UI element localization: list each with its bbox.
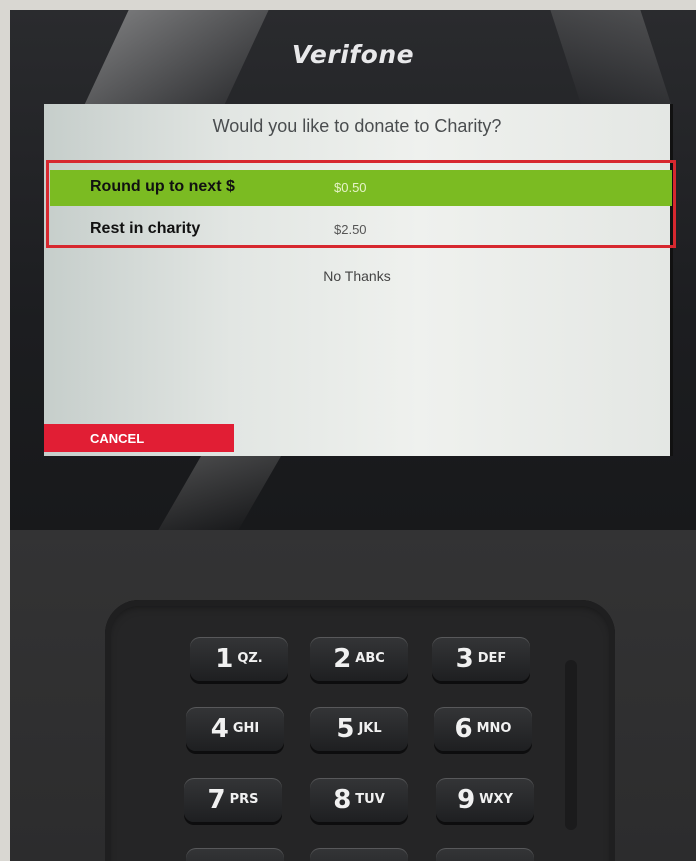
glare-reflection: [158, 455, 282, 530]
key-digit: 6: [454, 714, 473, 744]
key-partial[interactable]: [310, 848, 408, 861]
key-partial[interactable]: [186, 848, 284, 861]
key-digit: 4: [210, 714, 229, 744]
key-4[interactable]: 4 GHI: [186, 707, 284, 751]
key-digit: 5: [336, 714, 355, 744]
options-highlight-box: [46, 160, 676, 248]
key-6[interactable]: 6 MNO: [434, 707, 532, 751]
key-letters: GHI: [232, 721, 260, 736]
cancel-button[interactable]: CANCEL: [44, 424, 234, 452]
key-digit: 8: [333, 785, 352, 815]
terminal-bezel: Verifone Would you like to donate to Cha…: [10, 10, 696, 530]
key-letters: PRS: [229, 792, 259, 807]
key-digit: 9: [457, 785, 476, 815]
key-7[interactable]: 7 PRS: [184, 778, 282, 822]
key-letters: QZ.: [237, 651, 263, 666]
payment-terminal: Verifone Would you like to donate to Cha…: [10, 10, 696, 861]
no-thanks-button[interactable]: No Thanks: [44, 268, 670, 284]
key-2[interactable]: 2 ABC: [310, 637, 408, 681]
key-letters: DEF: [477, 651, 507, 666]
key-partial[interactable]: [436, 848, 534, 861]
donation-question: Would you like to donate to Charity?: [212, 116, 502, 136]
key-1[interactable]: 1 QZ.: [190, 637, 288, 681]
key-9[interactable]: 9 WXY: [436, 778, 534, 822]
key-8[interactable]: 8 TUV: [310, 778, 408, 822]
key-letters: ABC: [355, 651, 385, 666]
key-letters: TUV: [355, 792, 385, 807]
key-letters: WXY: [479, 792, 513, 807]
terminal-body: 1 QZ. 2 ABC 3 DEF 4 GHI 5 JKL 6 MNO 7 PRS 8 TUV …: [10, 530, 696, 861]
key-digit: 3: [455, 644, 474, 674]
card-slot: [565, 660, 577, 830]
key-letters: MNO: [476, 721, 512, 736]
key-digit: 7: [207, 785, 226, 815]
terminal-screen: Would you like to donate to Charity? Rou…: [44, 104, 676, 456]
key-3[interactable]: 3 DEF: [432, 637, 530, 681]
brand-logo: Verifone: [291, 40, 415, 69]
key-letters: JKL: [358, 721, 382, 736]
key-digit: 2: [333, 644, 352, 674]
key-5[interactable]: 5 JKL: [310, 707, 408, 751]
key-digit: 1: [215, 644, 234, 674]
